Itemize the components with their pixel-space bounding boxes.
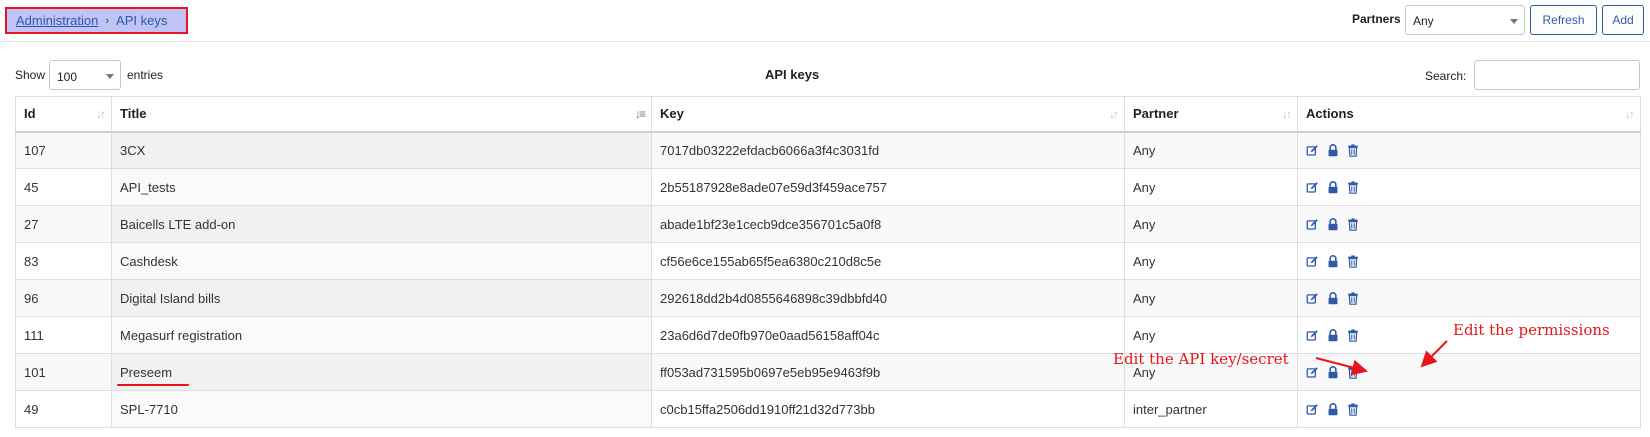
arrow-to-edit-icon xyxy=(1315,357,1368,376)
annotation-arrows xyxy=(1315,340,1448,376)
arrow-to-lock-icon xyxy=(1420,340,1448,368)
